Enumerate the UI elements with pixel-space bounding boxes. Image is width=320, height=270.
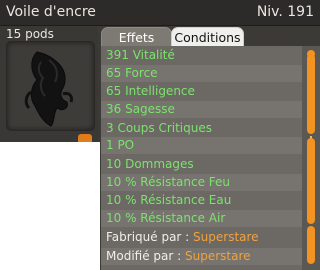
effect-row: 10 % Résistance Air (101, 210, 302, 227)
effect-row: 10 % Résistance Eau (106, 193, 232, 207)
tab-effets[interactable]: Effets (101, 27, 172, 47)
effect-row: 10 Dommages (106, 157, 194, 171)
crafted-by-label: Fabriqué par : (106, 230, 194, 244)
effect-row: 391 Vitalité (106, 48, 175, 62)
effect-row: 1 PO (101, 137, 302, 154)
item-action-handle[interactable] (78, 134, 92, 142)
item-name: Voile d'encre (6, 4, 96, 20)
effect-row: 36 Sagesse (101, 101, 302, 118)
item-level: Niv. 191 (256, 4, 314, 20)
scrollbar[interactable] (302, 46, 320, 270)
modified-by-label: Modifié par : (106, 249, 185, 263)
tab-bar: Effets Conditions (101, 27, 320, 47)
blank-area (0, 142, 100, 270)
item-weight: 15 pods (6, 27, 54, 41)
scrollbar-thumb-bottom[interactable] (307, 226, 315, 264)
effect-row: 65 Force (101, 65, 302, 82)
tab-conditions[interactable]: Conditions (171, 27, 244, 47)
modified-by-row: Modifié par : Superstare (101, 248, 302, 265)
effect-row: 10 % Résistance Feu (101, 174, 302, 191)
veil-icon (24, 51, 73, 127)
effect-row: 65 Intelligence (106, 84, 195, 98)
effect-row: 3 Coups Critiques (106, 121, 213, 135)
crafted-by-author[interactable]: Superstare (193, 230, 259, 244)
effects-list: 391 Vitalité 65 Force 65 Intelligence 36… (101, 46, 302, 270)
scrollbar-thumb-lower[interactable] (307, 138, 315, 224)
scrollbar-thumb[interactable] (307, 54, 315, 134)
item-title-bar: Voile d'encre Niv. 191 (0, 0, 320, 26)
item-image (6, 41, 95, 131)
modified-by-author[interactable]: Superstare (185, 249, 251, 263)
crafted-by-row: Fabriqué par : Superstare (101, 229, 302, 246)
